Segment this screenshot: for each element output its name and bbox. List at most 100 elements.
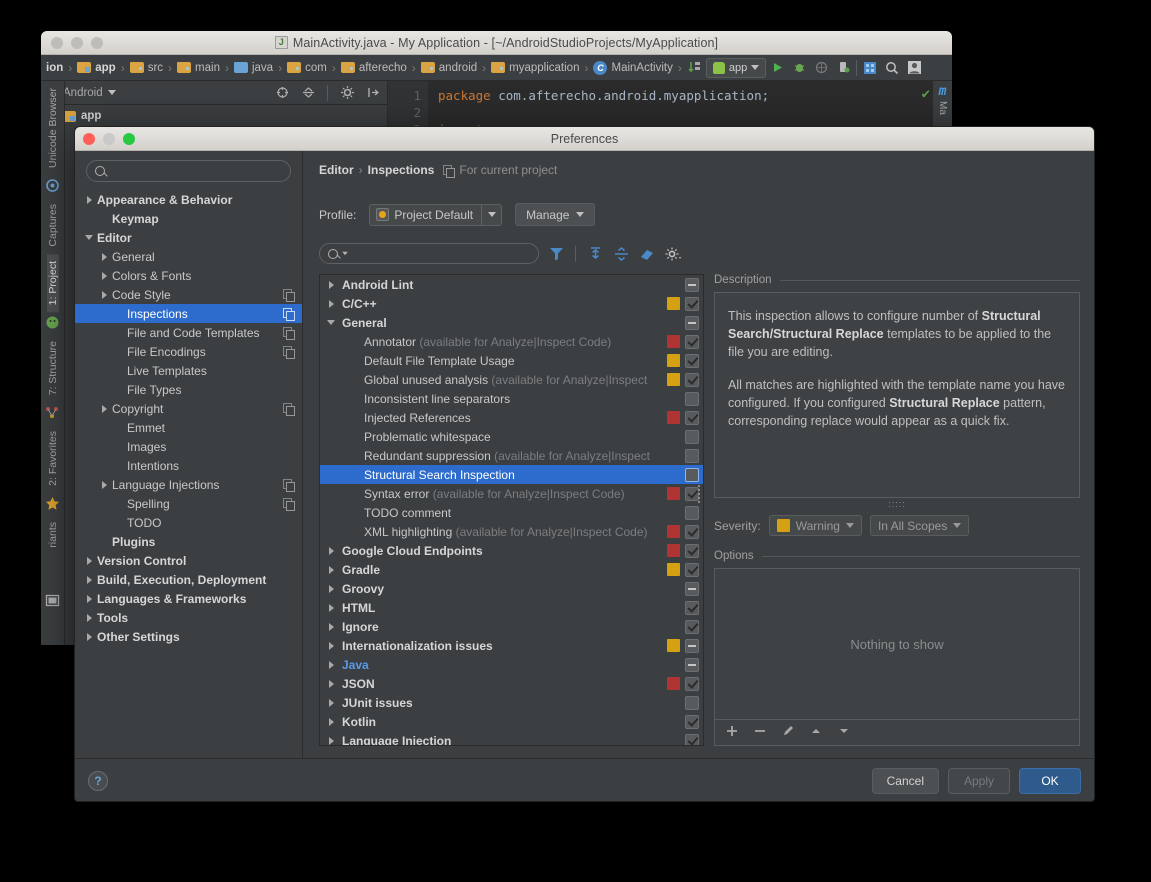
filter-icon[interactable] xyxy=(547,246,565,262)
settings-tree-item-live-templates[interactable]: Live Templates xyxy=(75,361,302,380)
chevron-right-icon[interactable] xyxy=(96,404,112,413)
chevron-right-icon[interactable] xyxy=(320,660,342,669)
inspection-enabled-checkbox[interactable] xyxy=(685,505,699,520)
settings-tree-item-file-types[interactable]: File Types xyxy=(75,380,302,399)
settings-tree-item-other-settings[interactable]: Other Settings xyxy=(75,627,302,646)
inspection-enabled-checkbox[interactable] xyxy=(685,714,699,729)
inspection-row[interactable]: Problematic whitespace xyxy=(320,427,703,446)
inspection-row[interactable]: C/C++ xyxy=(320,294,703,313)
breadcrumb-com[interactable]: com xyxy=(284,62,330,74)
chevron-right-icon[interactable] xyxy=(96,480,112,489)
settings-tree-item-file-and-code-templates[interactable]: File and Code Templates xyxy=(75,323,302,342)
inspection-enabled-checkbox[interactable] xyxy=(685,543,699,558)
inspection-row[interactable]: Redundant suppression (available for Ana… xyxy=(320,446,703,465)
inspection-row[interactable]: Android Lint xyxy=(320,275,703,294)
apply-button[interactable]: Apply xyxy=(948,768,1010,794)
chevron-right-icon[interactable] xyxy=(81,594,97,603)
chevron-right-icon[interactable] xyxy=(320,717,342,726)
breadcrumb-main[interactable]: main xyxy=(174,62,223,74)
settings-tree-item-appearance-behavior[interactable]: Appearance & Behavior xyxy=(75,190,302,209)
help-button[interactable]: ? xyxy=(88,771,108,791)
settings-tree-item-copyright[interactable]: Copyright xyxy=(75,399,302,418)
right-tool-tab[interactable]: Ma xyxy=(937,101,948,115)
breadcrumb-android[interactable]: android xyxy=(418,62,480,74)
profile-select-arrow[interactable] xyxy=(481,204,501,225)
tool-tab-structure[interactable]: 7: Structure xyxy=(47,334,59,402)
settings-tree-item-colors-fonts[interactable]: Colors & Fonts xyxy=(75,266,302,285)
breadcrumb-afterecho[interactable]: afterecho xyxy=(338,62,410,74)
inspection-enabled-checkbox[interactable] xyxy=(685,467,699,482)
settings-tree-item-keymap[interactable]: Keymap xyxy=(75,209,302,228)
inspection-enabled-checkbox[interactable] xyxy=(685,296,699,311)
chevron-right-icon[interactable] xyxy=(81,575,97,584)
chevron-right-icon[interactable] xyxy=(81,632,97,641)
inspection-enabled-checkbox[interactable] xyxy=(685,657,699,672)
chevron-right-icon[interactable] xyxy=(96,252,112,261)
chevron-right-icon[interactable] xyxy=(320,280,342,289)
scroll-from-source-icon[interactable] xyxy=(273,85,291,101)
inspection-row[interactable]: TODO comment xyxy=(320,503,703,522)
settings-tree-item-plugins[interactable]: Plugins xyxy=(75,532,302,551)
project-tree-root[interactable]: app xyxy=(49,110,379,122)
settings-tree-item-language-injections[interactable]: Language Injections xyxy=(75,475,302,494)
inspection-row[interactable]: Default File Template Usage xyxy=(320,351,703,370)
inspection-enabled-checkbox[interactable] xyxy=(685,315,699,330)
description-resize-grip[interactable]: ::::: xyxy=(714,500,1080,509)
inspection-enabled-checkbox[interactable] xyxy=(685,733,699,745)
edit-icon[interactable] xyxy=(781,724,795,741)
inspection-row[interactable]: XML highlighting (available for Analyze|… xyxy=(320,522,703,541)
inspection-enabled-checkbox[interactable] xyxy=(685,524,699,539)
chevron-right-icon[interactable] xyxy=(96,271,112,280)
run-button[interactable] xyxy=(766,58,788,78)
tool-tab-build-variants[interactable]: riants xyxy=(47,515,59,555)
ok-button[interactable]: OK xyxy=(1019,768,1081,794)
collapse-all-icon[interactable] xyxy=(299,85,317,101)
search-everywhere-icon[interactable] xyxy=(881,58,903,78)
profile-select[interactable]: Project Default xyxy=(369,203,503,226)
scope-select[interactable]: In All Scopes xyxy=(869,515,970,536)
settings-search-box[interactable] xyxy=(86,160,291,182)
chevron-right-icon[interactable] xyxy=(320,565,342,574)
inspection-enabled-checkbox[interactable] xyxy=(685,429,699,444)
run-configuration-selector[interactable]: app xyxy=(705,57,767,78)
inspection-enabled-checkbox[interactable] xyxy=(685,638,699,653)
settings-tree-item-languages-frameworks[interactable]: Languages & Frameworks xyxy=(75,589,302,608)
inspection-row[interactable]: Injected References xyxy=(320,408,703,427)
chevron-right-icon[interactable] xyxy=(320,736,342,745)
breadcrumb-java[interactable]: java xyxy=(231,62,276,74)
gear-icon[interactable] xyxy=(338,85,356,101)
collapse-all-icon[interactable] xyxy=(612,246,630,262)
inspection-enabled-checkbox[interactable] xyxy=(685,372,699,387)
chevron-right-icon[interactable] xyxy=(320,679,342,688)
inspection-search-box[interactable] xyxy=(319,243,539,264)
hide-panel-icon[interactable] xyxy=(364,85,382,101)
expand-all-icon[interactable] xyxy=(586,246,604,262)
debug-button[interactable] xyxy=(788,58,810,78)
inspection-row[interactable]: Kotlin xyxy=(320,712,703,731)
add-icon[interactable] xyxy=(725,724,739,741)
inspection-row[interactable]: JSON xyxy=(320,674,703,693)
inspection-row[interactable]: Gradle xyxy=(320,560,703,579)
settings-tree-item-build-execution-deployment[interactable]: Build, Execution, Deployment xyxy=(75,570,302,589)
reset-changes-icon[interactable] xyxy=(638,246,656,262)
inspection-row[interactable]: HTML xyxy=(320,598,703,617)
severity-select[interactable]: Warning xyxy=(768,515,862,536)
splitter-grip[interactable] xyxy=(698,485,701,503)
inspection-enabled-checkbox[interactable] xyxy=(685,277,699,292)
inspection-enabled-checkbox[interactable] xyxy=(685,562,699,577)
inspection-enabled-checkbox[interactable] xyxy=(685,391,699,406)
breadcrumb-myapplication[interactable]: myapplication xyxy=(488,62,582,74)
chevron-right-icon[interactable] xyxy=(320,698,342,707)
tool-tab-favorites[interactable]: 2: Favorites xyxy=(47,424,59,493)
settings-tree-item-intentions[interactable]: Intentions xyxy=(75,456,302,475)
inspection-enabled-checkbox[interactable] xyxy=(685,581,699,596)
chevron-right-icon[interactable] xyxy=(320,546,342,555)
chevron-right-icon[interactable] xyxy=(320,584,342,593)
settings-tree-item-images[interactable]: Images xyxy=(75,437,302,456)
settings-tree-item-file-encodings[interactable]: File Encodings xyxy=(75,342,302,361)
settings-tree-item-code-style[interactable]: Code Style xyxy=(75,285,302,304)
settings-tree-item-general[interactable]: General xyxy=(75,247,302,266)
chevron-right-icon[interactable] xyxy=(81,195,97,204)
chevron-right-icon[interactable] xyxy=(320,622,342,631)
chevron-right-icon[interactable] xyxy=(320,299,342,308)
